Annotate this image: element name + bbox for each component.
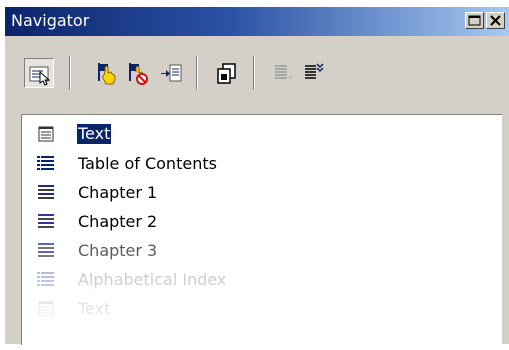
tree-item-label: Text [78, 299, 111, 318]
window-title: Navigator [11, 11, 90, 30]
chapter-icon [38, 185, 54, 199]
insert-button[interactable] [156, 58, 186, 88]
copy-icon [217, 63, 236, 84]
close-button[interactable] [486, 12, 505, 29]
index-icon [37, 272, 54, 286]
insert-arrow-icon [161, 64, 182, 82]
title-bar[interactable]: Navigator [5, 7, 509, 36]
tree-item-label: Alphabetical Index [78, 270, 227, 289]
navigator-tree[interactable]: Text Table of Contents Chapter 1 Chapter… [21, 114, 502, 345]
toolbar-separator [196, 56, 198, 90]
navigator-toggle-button[interactable] [24, 58, 54, 88]
restore-button[interactable] [465, 12, 484, 29]
drag-mode-button[interactable] [92, 58, 122, 88]
list-expand-button[interactable] [299, 58, 329, 88]
toolbar-separator [69, 56, 71, 90]
list-expand-icon [305, 63, 324, 79]
toolbar-separator [253, 56, 255, 90]
list-button-disabled[interactable] [269, 58, 299, 88]
tree-item-label: Chapter 3 [78, 241, 158, 260]
text-icon [38, 126, 54, 142]
tree-item-label: Text [77, 124, 112, 144]
toolbar [5, 36, 509, 106]
tree-item-text[interactable]: Text [22, 121, 422, 149]
tree-item-chapter-3[interactable]: Chapter 3 [22, 238, 422, 266]
navigator-window: Navigator Text Table of Contents Chapter… [4, 6, 509, 345]
chapter-icon [38, 243, 54, 257]
list-disabled-icon [275, 65, 293, 80]
table-of-contents-icon [37, 156, 54, 170]
close-icon [490, 15, 501, 26]
text-icon [38, 301, 54, 317]
copy-button[interactable] [212, 58, 242, 88]
tree-item-label: Table of Contents [78, 154, 217, 173]
tree-item-text-2[interactable]: Text [22, 296, 422, 324]
tree-item-label: Chapter 2 [78, 212, 158, 231]
drag-no-button[interactable] [123, 58, 153, 88]
tree-item-alphabetical-index[interactable]: Alphabetical Index [22, 267, 422, 295]
chapter-icon [38, 214, 54, 228]
hand-no-icon [129, 63, 148, 85]
restore-icon [468, 15, 481, 26]
tree-item-chapter-1[interactable]: Chapter 1 [22, 180, 422, 208]
navigator-toggle-icon [29, 66, 51, 86]
hand-pointer-icon [98, 63, 116, 85]
tree-item-label: Chapter 1 [78, 183, 158, 202]
tree-item-chapter-2[interactable]: Chapter 2 [22, 209, 422, 237]
tree-item-table-of-contents[interactable]: Table of Contents [22, 151, 422, 179]
